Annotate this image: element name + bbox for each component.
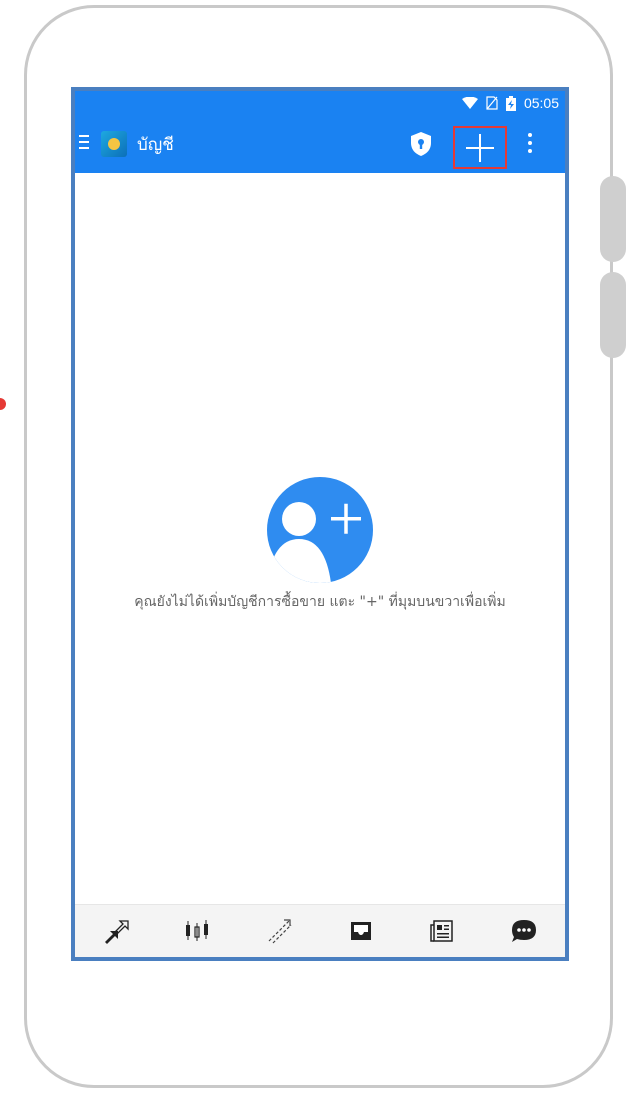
tab-trade[interactable] bbox=[259, 911, 299, 951]
tab-chart[interactable] bbox=[177, 911, 217, 951]
page-title: บัญชี bbox=[137, 135, 174, 155]
add-person-icon bbox=[267, 477, 373, 583]
news-icon bbox=[430, 920, 454, 942]
app-logo bbox=[101, 131, 127, 157]
app-bar: บัญชี bbox=[75, 115, 565, 173]
bottom-navigation bbox=[75, 904, 565, 957]
menu-icon[interactable] bbox=[79, 135, 89, 149]
no-sim-icon bbox=[486, 96, 498, 110]
more-vert-icon[interactable] bbox=[528, 133, 532, 157]
battery-charging-icon bbox=[505, 95, 516, 111]
quotes-icon bbox=[104, 920, 129, 944]
device-screen: 05:05 บัญชี คุณยังไม่ได้เพิ่มบัญชีการซื้… bbox=[71, 87, 569, 961]
add-account-button[interactable] bbox=[453, 126, 507, 169]
history-inbox-icon bbox=[350, 922, 371, 940]
trade-icon bbox=[268, 919, 292, 944]
status-bar: 05:05 bbox=[75, 91, 565, 115]
tab-chat[interactable] bbox=[504, 911, 544, 951]
tab-quotes[interactable] bbox=[96, 911, 136, 951]
volume-up-button bbox=[600, 176, 626, 262]
chart-candles-icon bbox=[186, 920, 209, 941]
shield-icon[interactable] bbox=[409, 131, 433, 157]
empty-state-message: คุณยังไม่ได้เพิ่มบัญชีการซื้อขาย แตะ "+"… bbox=[134, 594, 506, 610]
volume-down-button bbox=[600, 272, 626, 358]
tab-news[interactable] bbox=[422, 911, 462, 951]
tab-history[interactable] bbox=[341, 911, 381, 951]
screen-content: 05:05 บัญชี คุณยังไม่ได้เพิ่มบัญชีการซื้… bbox=[75, 91, 565, 957]
wifi-icon bbox=[461, 96, 478, 109]
chat-icon bbox=[512, 920, 537, 942]
annotation-marker bbox=[0, 398, 6, 410]
status-time: 05:05 bbox=[523, 95, 559, 111]
